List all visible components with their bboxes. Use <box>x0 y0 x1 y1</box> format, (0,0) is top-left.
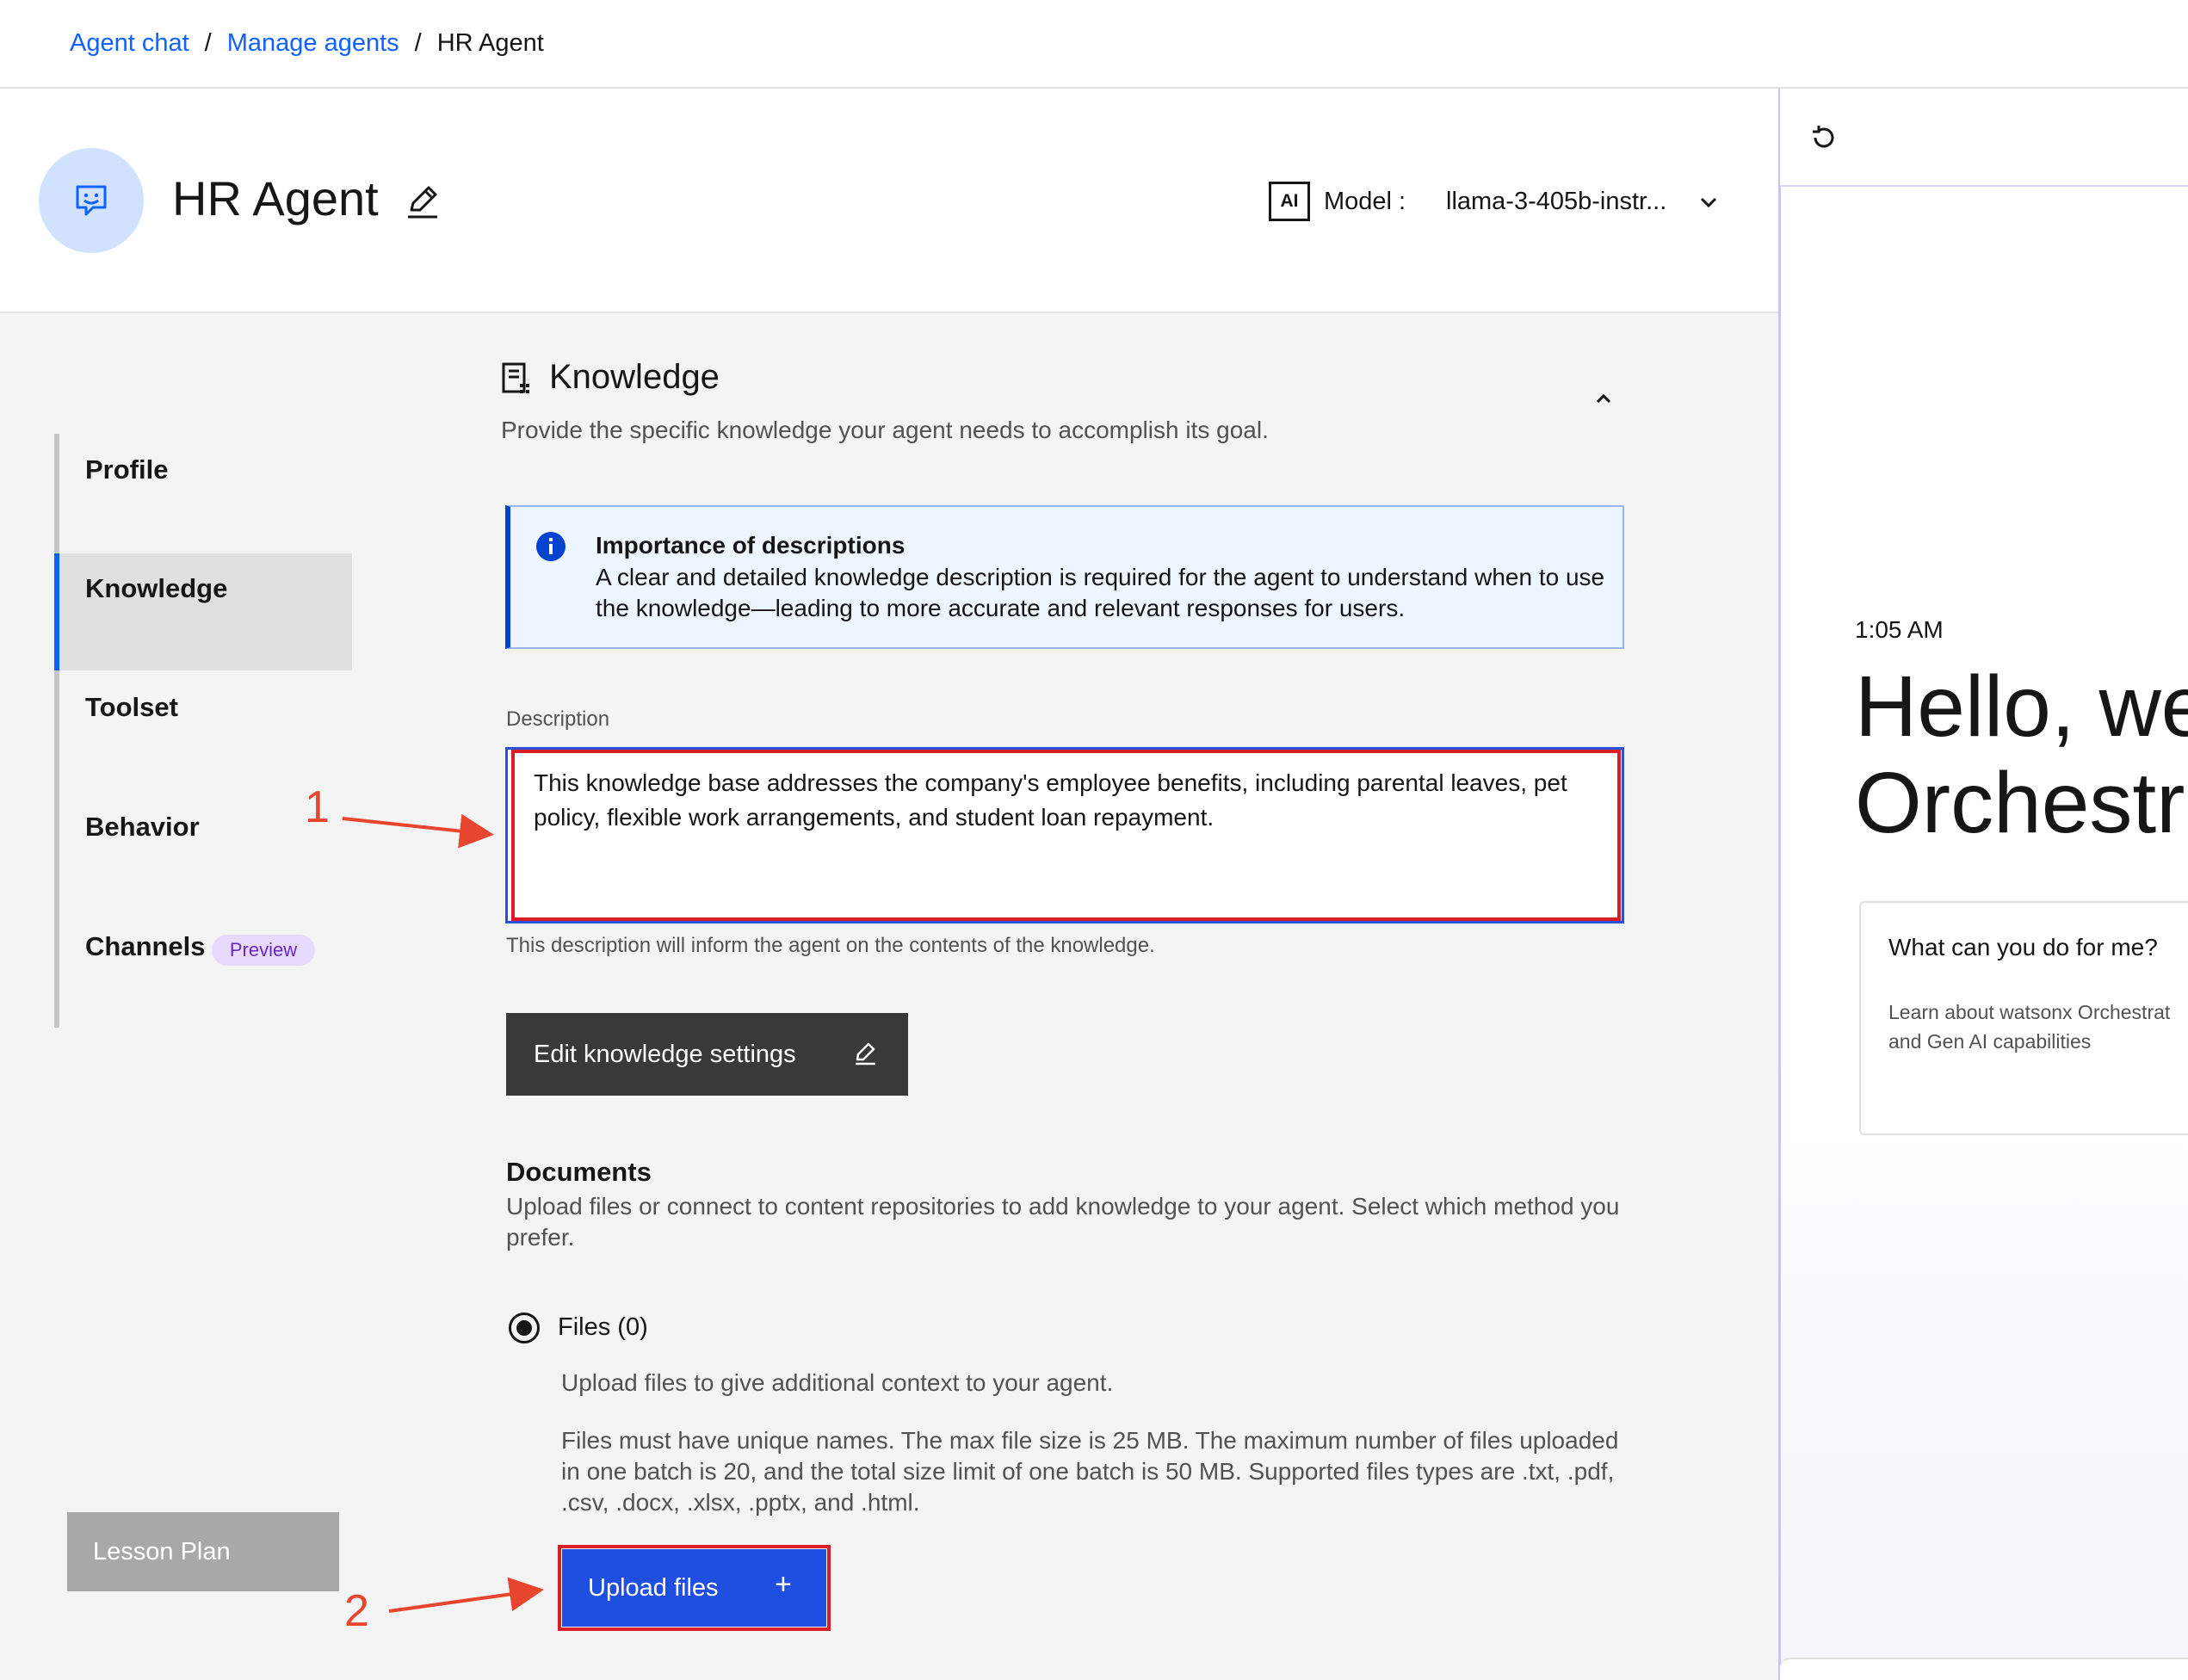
files-radio-label[interactable]: Files (0) <box>558 1313 648 1342</box>
model-dropdown[interactable]: llama-3-405b-instr... <box>1446 188 1666 216</box>
model-label: Model : <box>1324 188 1406 215</box>
chat-preview-toolbar <box>1780 89 2188 187</box>
chat-timestamp: 1:05 AM <box>1855 616 1944 643</box>
annotation-arrow-1 <box>342 813 494 849</box>
breadcrumb: Agent chat / Manage agents / HR Agent <box>70 29 544 58</box>
chat-bot-icon <box>76 185 107 216</box>
nav-active-indicator <box>54 553 59 670</box>
suggestion-card-desc-line2: and Gen AI capabilities <box>1888 1030 2092 1053</box>
chevron-down-icon[interactable] <box>1696 189 1721 215</box>
suggestion-card-title: What can you do for me? <box>1888 934 2158 960</box>
chevron-up-icon[interactable] <box>1591 386 1616 411</box>
breadcrumb-manage-agents[interactable]: Manage agents <box>227 29 399 58</box>
nav-item-behavior[interactable]: Behavior <box>85 812 200 843</box>
edit-knowledge-settings-label: Edit knowledge settings <box>534 1040 796 1068</box>
lesson-plan-button[interactable]: Lesson Plan <box>67 1512 339 1591</box>
chat-greeting: Hello, we Orchestra <box>1855 658 2188 851</box>
documents-subtitle: Upload files or connect to content repos… <box>506 1193 1620 1251</box>
notice-body: A clear and detailed knowledge descripti… <box>596 564 1605 621</box>
files-hint: Upload files to give additional context … <box>561 1369 1114 1396</box>
annotation-highlight-box <box>558 1545 831 1631</box>
nav-item-channels[interactable]: Channels <box>85 931 206 962</box>
nav-rail <box>54 434 59 1028</box>
nav-active-bg <box>54 553 352 670</box>
description-value[interactable]: This knowledge base addresses the compan… <box>534 766 1592 835</box>
suggestion-card[interactable]: What can you do for me? Learn about wats… <box>1859 901 2188 1135</box>
ai-badge: AI <box>1269 182 1310 221</box>
nav-item-knowledge[interactable]: Knowledge <box>85 573 227 604</box>
agent-avatar <box>39 148 144 253</box>
annotation-number-1: 1 <box>305 782 330 832</box>
breadcrumb-current: HR Agent <box>436 29 544 57</box>
chat-greeting-line1: Hello, we <box>1855 658 2188 755</box>
breadcrumb-separator: / <box>204 29 212 57</box>
annotation-arrow-2 <box>388 1577 544 1613</box>
radio-selected-dot <box>516 1320 532 1336</box>
suggestion-card-desc-line1: Learn about watsonx Orchestrat <box>1888 1001 2171 1023</box>
chat-input-edge <box>1780 1658 2188 1680</box>
edit-icon <box>856 1042 875 1065</box>
chat-preview-panel <box>1778 89 2188 1680</box>
edit-pencil-icon[interactable] <box>403 182 441 220</box>
section-title: Knowledge <box>549 358 720 396</box>
nav-item-profile[interactable]: Profile <box>85 454 168 485</box>
knowledge-book-icon <box>502 362 529 393</box>
breadcrumb-separator: / <box>414 29 422 57</box>
nav-item-toolset[interactable]: Toolset <box>85 692 178 723</box>
section-subtitle: Provide the specific knowledge your agen… <box>501 417 1269 443</box>
files-radio[interactable] <box>509 1312 540 1343</box>
agent-name: HR Agent <box>172 171 379 225</box>
documents-title: Documents <box>506 1157 652 1187</box>
refresh-icon[interactable] <box>1808 123 1838 152</box>
description-helper: This description will inform the agent o… <box>506 934 1155 957</box>
info-icon <box>536 532 566 561</box>
preview-tag: Preview <box>212 935 315 966</box>
annotation-number-2: 2 <box>344 1586 369 1636</box>
suggestion-card-description: Learn about watsonx Orchestrat and Gen A… <box>1888 998 2174 1056</box>
notice-title: Importance of descriptions <box>596 532 905 559</box>
chat-greeting-line2: Orchestra <box>1855 755 2188 851</box>
breadcrumb-agent-chat[interactable]: Agent chat <box>70 29 189 58</box>
edit-knowledge-settings-button[interactable]: Edit knowledge settings <box>506 1013 908 1096</box>
description-label: Description <box>506 707 610 731</box>
files-rules: Files must have unique names. The max fi… <box>561 1427 1619 1516</box>
